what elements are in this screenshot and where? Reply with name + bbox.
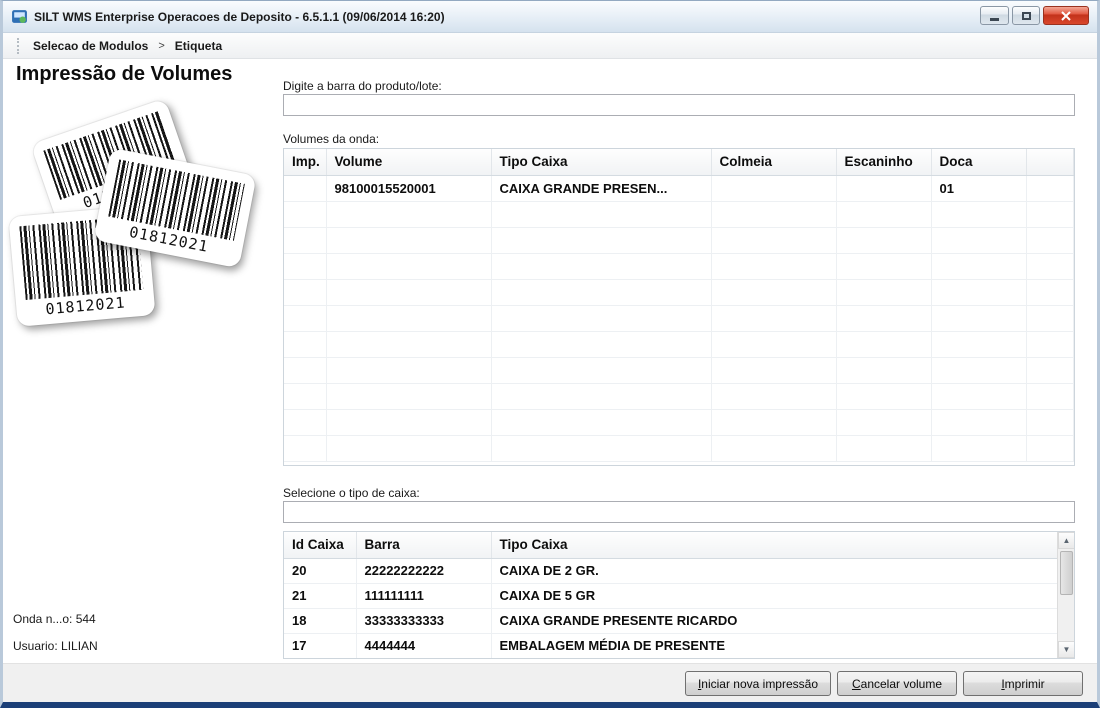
col-tipo-caixa: Tipo Caixa bbox=[491, 149, 712, 176]
empty-row bbox=[284, 227, 1074, 254]
cell-id: 18 bbox=[284, 608, 357, 634]
close-icon bbox=[1061, 10, 1071, 21]
col-escaninho: Escaninho bbox=[836, 149, 932, 176]
window-controls bbox=[977, 6, 1089, 25]
empty-row bbox=[284, 279, 1074, 306]
volumes-header-row: Imp. Volume Tipo Caixa Colmeia Escaninho… bbox=[284, 149, 1074, 176]
volumes-table: Imp. Volume Tipo Caixa Colmeia Escaninho… bbox=[283, 148, 1075, 466]
window-title: SILT WMS Enterprise Operacoes de Deposit… bbox=[34, 9, 445, 24]
empty-row bbox=[284, 357, 1074, 384]
menu-selecao-de-modulos[interactable]: Selecao de Modulos bbox=[29, 37, 152, 55]
empty-row bbox=[284, 331, 1074, 358]
cancelar-volume-button[interactable]: Cancelar volume bbox=[837, 671, 957, 696]
cell-barra: 33333333333 bbox=[356, 608, 492, 634]
maximize-icon bbox=[1021, 11, 1031, 20]
app-icon bbox=[12, 10, 27, 23]
table-row[interactable]: 98100015520001 CAIXA GRANDE PRESEN... 01 bbox=[284, 175, 1074, 202]
scrollbar-thumb[interactable] bbox=[1060, 551, 1073, 595]
caixa-header-row: Id Caixa Barra Tipo Caixa bbox=[284, 532, 1059, 559]
menu-etiqueta[interactable]: Etiqueta bbox=[171, 37, 226, 55]
cell-tipo: CAIXA DE 5 GR bbox=[491, 583, 1059, 609]
barcode-illustration: 01812021 01812021 01812021 bbox=[8, 98, 279, 349]
cell-id: 20 bbox=[284, 558, 357, 584]
footer-bar: Iniciar nova impressão Cancelar volume I… bbox=[3, 663, 1097, 702]
empty-row bbox=[284, 201, 1074, 228]
cell-volume: 98100015520001 bbox=[326, 175, 492, 202]
close-button[interactable] bbox=[1043, 6, 1089, 25]
cell-id: 17 bbox=[284, 633, 357, 658]
col-barra: Barra bbox=[356, 532, 492, 559]
cell-tipo-caixa: CAIXA GRANDE PRESEN... bbox=[491, 175, 712, 202]
toolbar-grip-icon bbox=[17, 37, 19, 54]
caixa-select-label: Selecione o tipo de caixa: bbox=[283, 486, 420, 500]
maximize-button[interactable] bbox=[1012, 6, 1040, 25]
empty-row bbox=[284, 435, 1074, 462]
col-extra bbox=[1026, 149, 1074, 176]
cell-extra bbox=[1026, 175, 1074, 202]
table-row[interactable]: 17 4444444 EMBALAGEM MÉDIA DE PRESENTE bbox=[284, 633, 1059, 658]
iniciar-button-label: Iniciar nova impressão bbox=[697, 676, 818, 691]
col-id-caixa: Id Caixa bbox=[284, 532, 357, 559]
table-row[interactable]: 20 22222222222 CAIXA DE 2 GR. bbox=[284, 558, 1059, 584]
product-barcode-input[interactable] bbox=[283, 94, 1075, 116]
imprimir-button[interactable]: Imprimir bbox=[963, 671, 1083, 696]
col-doca: Doca bbox=[931, 149, 1027, 176]
cell-tipo: EMBALAGEM MÉDIA DE PRESENTE bbox=[491, 633, 1059, 658]
caixa-scrollbar[interactable]: ▲ ▼ bbox=[1057, 532, 1074, 658]
imprimir-button-label: Imprimir bbox=[1001, 676, 1045, 691]
product-barcode-label: Digite a barra do produto/lote: bbox=[283, 79, 442, 93]
cell-barra: 22222222222 bbox=[356, 558, 492, 584]
breadcrumb-separator: > bbox=[158, 39, 165, 52]
cell-tipo: CAIXA DE 2 GR. bbox=[491, 558, 1059, 584]
caixa-table: Id Caixa Barra Tipo Caixa 20 22222222222… bbox=[283, 531, 1075, 659]
cell-colmeia bbox=[711, 175, 837, 202]
titlebar: SILT WMS Enterprise Operacoes de Deposit… bbox=[3, 1, 1097, 33]
volumes-grid: Imp. Volume Tipo Caixa Colmeia Escaninho… bbox=[284, 149, 1074, 462]
minimize-icon bbox=[990, 17, 999, 21]
cell-imp bbox=[284, 175, 327, 202]
col-imp: Imp. bbox=[284, 149, 327, 176]
app-window: SILT WMS Enterprise Operacoes de Deposit… bbox=[0, 0, 1100, 708]
breadcrumb-bar: Selecao de Modulos > Etiqueta bbox=[3, 33, 1097, 59]
scroll-up-icon[interactable]: ▲ bbox=[1058, 532, 1074, 549]
empty-row bbox=[284, 253, 1074, 280]
table-row[interactable]: 18 33333333333 CAIXA GRANDE PRESENTE RIC… bbox=[284, 608, 1059, 634]
cell-doca: 01 bbox=[931, 175, 1027, 202]
caixa-grid: Id Caixa Barra Tipo Caixa 20 22222222222… bbox=[284, 532, 1059, 658]
volumes-table-label: Volumes da onda: bbox=[283, 132, 380, 146]
cell-barra: 111111111 bbox=[356, 583, 492, 609]
cancelar-button-label: Cancelar volume bbox=[851, 676, 943, 691]
empty-row bbox=[284, 305, 1074, 332]
empty-row bbox=[284, 383, 1074, 410]
col-tipo-caixa: Tipo Caixa bbox=[491, 532, 1059, 559]
caixa-select-input[interactable] bbox=[283, 501, 1075, 523]
scroll-down-icon[interactable]: ▼ bbox=[1058, 641, 1074, 658]
page-title: Impressão de Volumes bbox=[16, 63, 233, 85]
cell-escaninho bbox=[836, 175, 932, 202]
cell-barra: 4444444 bbox=[356, 633, 492, 658]
cell-id: 21 bbox=[284, 583, 357, 609]
iniciar-nova-impressao-button[interactable]: Iniciar nova impressão bbox=[684, 671, 831, 696]
minimize-button[interactable] bbox=[980, 6, 1009, 25]
col-volume: Volume bbox=[326, 149, 492, 176]
col-colmeia: Colmeia bbox=[711, 149, 837, 176]
table-row[interactable]: 21 111111111 CAIXA DE 5 GR bbox=[284, 583, 1059, 609]
cell-tipo: CAIXA GRANDE PRESENTE RICARDO bbox=[491, 608, 1059, 634]
empty-row bbox=[284, 409, 1074, 436]
onda-number-label: Onda n...o: 544 bbox=[13, 612, 96, 626]
usuario-label: Usuario: LILIAN bbox=[13, 639, 98, 653]
